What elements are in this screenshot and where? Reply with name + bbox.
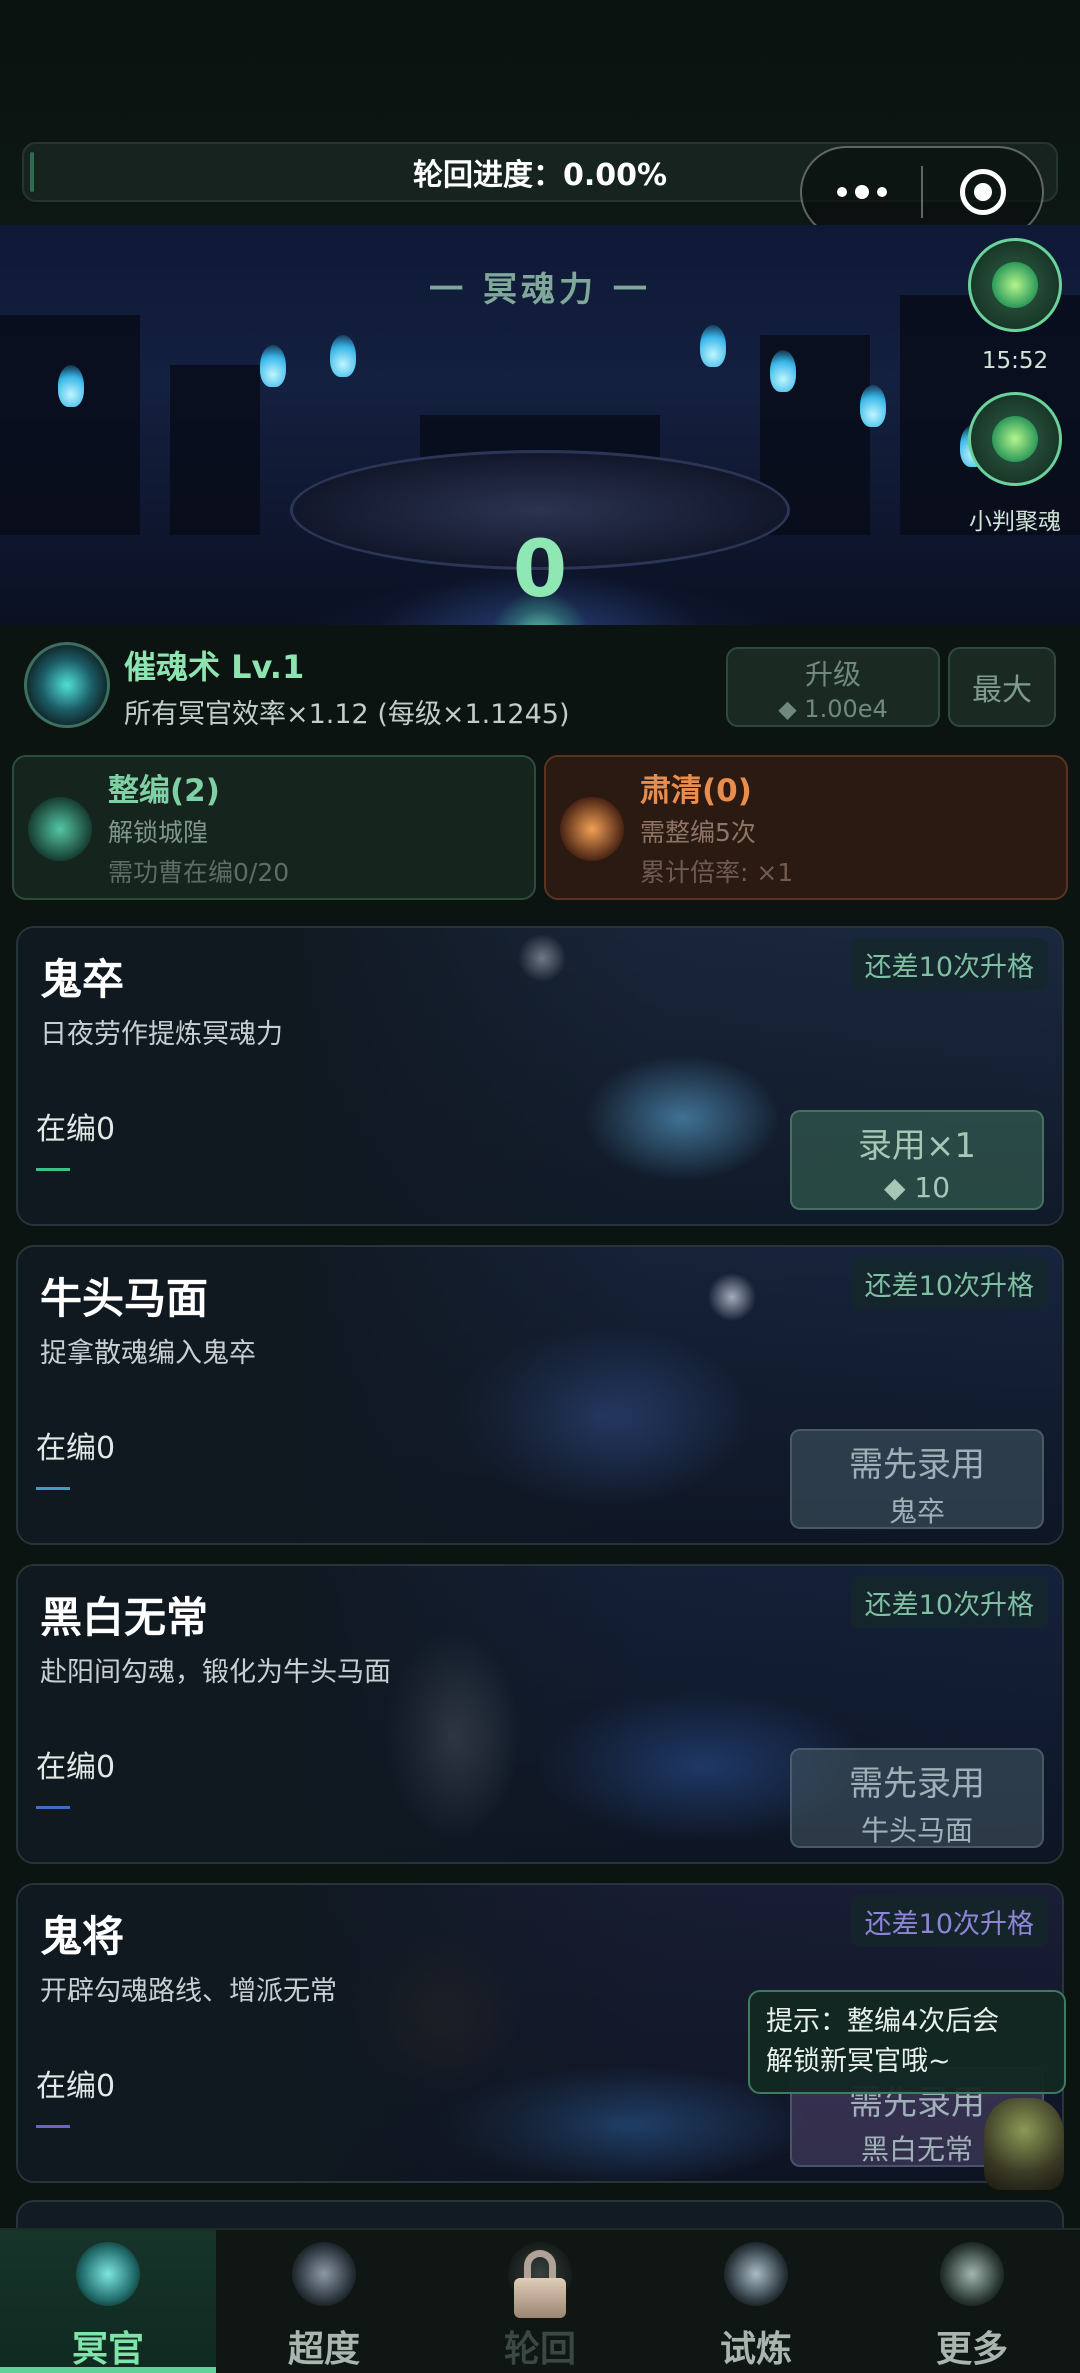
unit-card-ox-horse: 牛头马面 捉拿散魂编入鬼卒 在编0 还差10次升格 需先录用 鬼卒 <box>16 1245 1064 1545</box>
gather-soul-button[interactable] <box>968 392 1062 486</box>
locked-recruit-button[interactable]: 需先录用 牛头马面 <box>790 1748 1044 1848</box>
unit-count: 在编0 <box>36 1750 116 1785</box>
flame-trial-icon <box>724 2242 788 2306</box>
purge-line1: 需整编5次 <box>640 818 756 847</box>
nav-label: 更多 <box>935 2329 1008 2370</box>
unit-count: 在编0 <box>36 1431 116 1466</box>
unit-name: 黑白无常 <box>40 1593 209 1642</box>
nav-label: 超度 <box>287 2329 360 2370</box>
upgrade-button[interactable]: 升级 ◆ 1.00e4 <box>726 647 940 727</box>
nav-tab-trial[interactable]: 试炼 <box>648 2230 864 2373</box>
goblin-mascot-icon[interactable] <box>984 2098 1064 2190</box>
recruit-button[interactable]: 录用×1 ◆ 10 <box>790 1110 1044 1210</box>
purge-icon <box>560 797 624 861</box>
soul-urging-skill-icon <box>24 642 110 728</box>
unit-description: 日夜劳作提炼冥魂力 <box>40 1019 283 1050</box>
unit-count: 在编0 <box>36 1112 116 1147</box>
bottom-navigation: 冥官 超度 轮回 试炼 更多 <box>0 2228 1080 2373</box>
unit-name: 鬼将 <box>40 1912 125 1961</box>
unit-progress-dash <box>36 1487 70 1490</box>
hint-tooltip: 提示：整编4次后会 解锁新冥官哦~ <box>748 1990 1066 2094</box>
timer-button[interactable] <box>968 238 1062 332</box>
nav-tab-salvation[interactable]: 超度 <box>216 2230 432 2373</box>
timer-label: 15:52 <box>981 348 1049 374</box>
unit-card-ghost-soldier: 鬼卒 日夜劳作提炼冥魂力 在编0 还差10次升格 录用×1 ◆ 10 <box>16 926 1064 1226</box>
ghost-official-icon <box>76 2242 140 2306</box>
promotion-tag: 还差10次升格 <box>850 938 1048 990</box>
unit-description: 赴阳间勾魂，锻化为牛头马面 <box>40 1657 391 1688</box>
unit-progress-dash <box>36 1168 70 1171</box>
unit-description: 捉拿散魂编入鬼卒 <box>40 1338 256 1369</box>
reorganize-panel[interactable]: 整编(2) 解锁城隍 需功曹在编0/20 <box>12 755 536 900</box>
recruit-label: 需先录用 <box>849 1445 985 1485</box>
more-options-icon[interactable] <box>802 148 921 236</box>
promotion-tag: 还差10次升格 <box>850 1895 1048 1947</box>
purge-panel[interactable]: 肃清(0) 需整编5次 累计倍率: ×1 <box>544 755 1068 900</box>
skill-description: 所有冥官效率×1.12 (每级×1.1245) <box>124 699 570 730</box>
unit-name: 鬼卒 <box>40 955 125 1004</box>
arrows-up-icon <box>968 238 1062 332</box>
nav-label: 试炼 <box>719 2329 792 2370</box>
nav-tab-reincarnation[interactable]: 轮回 <box>432 2230 648 2373</box>
nav-label: 冥官 <box>71 2329 144 2370</box>
unit-count: 在编0 <box>36 2069 116 2104</box>
nav-label: 轮回 <box>503 2329 576 2370</box>
skill-name: 催魂术 Lv.1 <box>124 648 305 686</box>
recruit-requirement: 牛头马面 <box>860 1814 973 1847</box>
unit-description: 开辟勾魂路线、增派无常 <box>40 1976 337 2007</box>
reorganize-line2: 需功曹在编0/20 <box>108 858 290 887</box>
hint-line2: 解锁新冥官哦~ <box>766 2046 951 2077</box>
gather-soul-label: 小判聚魂 <box>969 509 1061 535</box>
more-spirit-icon <box>940 2242 1004 2306</box>
upgrade-cost: ◆ 1.00e4 <box>778 695 888 723</box>
goblin-head-icon <box>968 392 1062 486</box>
soul-power-title: 一 冥魂力 一 <box>429 270 651 310</box>
promotion-tag: 还差10次升格 <box>850 1257 1048 1309</box>
lock-icon <box>514 2250 566 2320</box>
recruit-label: 录用×1 <box>857 1126 977 1166</box>
recruit-requirement: 鬼卒 <box>888 1495 945 1528</box>
reorganize-icon <box>28 797 92 861</box>
unit-card-black-white-impermanence: 黑白无常 赴阳间勾魂，锻化为牛头马面 在编0 还差10次升格 需先录用 牛头马面 <box>16 1564 1064 1864</box>
recruit-cost: ◆ 10 <box>883 1171 951 1204</box>
hint-line1: 提示：整编4次后会 <box>766 2006 1000 2037</box>
purge-line2: 累计倍率: ×1 <box>640 858 794 887</box>
max-upgrade-button[interactable]: 最大 <box>948 647 1056 727</box>
promotion-tag: 还差10次升格 <box>850 1576 1048 1628</box>
nav-tab-officials[interactable]: 冥官 <box>0 2230 216 2373</box>
unit-progress-dash <box>36 2125 70 2128</box>
soul-power-value: 0 <box>512 525 568 615</box>
recruit-label: 需先录用 <box>849 1764 985 1804</box>
upgrade-label: 升级 <box>804 658 861 691</box>
nav-tab-more[interactable]: 更多 <box>864 2230 1080 2373</box>
lantern-shrine-icon <box>292 2242 356 2306</box>
unit-progress-dash <box>36 1806 70 1809</box>
locked-recruit-button[interactable]: 需先录用 鬼卒 <box>790 1429 1044 1529</box>
purge-title: 肃清(0) <box>640 773 752 809</box>
reorganize-line1: 解锁城隍 <box>108 818 209 847</box>
unit-name: 牛头马面 <box>40 1274 209 1323</box>
reorganize-title: 整编(2) <box>108 773 220 809</box>
close-miniprogram-icon[interactable] <box>923 148 1042 236</box>
